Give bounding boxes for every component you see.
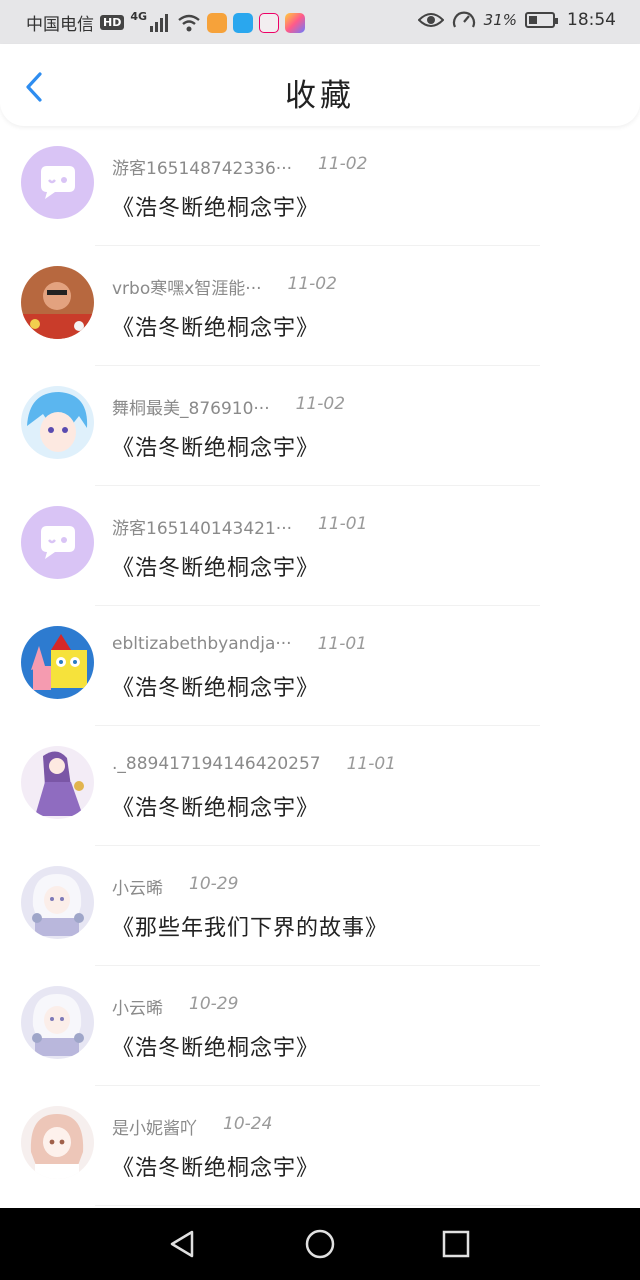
favorite-title: 《浩冬断绝桐念宇》 [112,796,320,821]
home-circle-icon [305,1229,335,1259]
carrier-label: 中国电信 [26,15,94,35]
page-title: 收藏 [285,78,355,114]
back-triangle-icon [170,1230,194,1258]
row-meta: 小云晞 10-29 [112,874,238,899]
speedometer-icon [452,11,475,28]
favorite-row[interactable]: ebltizabethbyandja··· 11-01 《浩冬断绝桐念宇》 [0,606,640,726]
battery-icon [525,12,558,28]
favorite-row[interactable]: 游客165148742336··· 11-02 《浩冬断绝桐念宇》 [0,126,640,246]
status-bar: 中国电信 HD 4G 31% 18:54 [0,0,640,44]
favorite-title: 《浩冬断绝桐念宇》 [112,676,320,701]
row-meta: ._889417194146420257 11-01 [112,754,396,774]
username: ._889417194146420257 [112,754,321,774]
favorite-row[interactable]: ._889417194146420257 11-01 《浩冬断绝桐念宇》 [0,726,640,846]
timestamp: 11-01 [317,634,367,654]
row-meta: vrbo寒嘿x智涯能··· 11-02 [112,274,337,299]
recents-square-icon [442,1230,470,1258]
username: 小云晞 [112,999,163,1019]
video-app-icon [207,12,228,33]
favorite-row[interactable]: 小云晞 10-29 《浩冬断绝桐念宇》 [0,966,640,1086]
avatar[interactable] [21,1106,94,1179]
timestamp: 11-02 [318,154,368,174]
row-meta: 是小妮酱吖 10-24 [112,1114,272,1139]
battery-percent: 31% [483,11,517,29]
favorite-row[interactable]: vrbo寒嘿x智涯能··· 11-02 《浩冬断绝桐念宇》 [0,246,640,366]
avatar[interactable] [21,626,94,699]
row-meta: 小云晞 10-29 [112,994,238,1019]
timestamp: 11-01 [318,514,368,534]
navigation-bar [0,1208,640,1280]
avatar[interactable] [21,266,94,339]
row-meta: 游客165140143421··· 11-01 [112,514,367,539]
avatar[interactable] [21,146,94,219]
avatar[interactable] [21,506,94,579]
favorite-title: 《浩冬断绝桐念宇》 [112,436,320,461]
gift-app-icon [259,12,280,33]
timestamp: 11-02 [295,394,346,414]
avatar[interactable] [21,386,94,459]
favorite-row[interactable]: 舞桐最美_876910··· 11-02 《浩冬断绝桐念宇》 [0,366,640,486]
row-meta: 游客165148742336··· 11-02 [112,154,367,179]
username: 小云晞 [112,879,163,899]
favorite-title: 《浩冬断绝桐念宇》 [112,316,320,341]
favorite-title: 《浩冬断绝桐念宇》 [112,196,320,221]
timestamp: 11-01 [346,754,396,774]
timestamp: 10-29 [189,874,239,894]
title-bar: 收藏 [0,44,640,126]
timestamp: 10-29 [189,994,239,1014]
favorite-row[interactable]: 是小妮酱吖 10-24 《浩冬断绝桐念宇》 [0,1086,640,1206]
search-app-icon [233,12,254,33]
timestamp: 11-02 [287,274,337,294]
wifi-icon [178,14,200,31]
nav-back-button[interactable] [166,1228,198,1260]
favorite-title: 《浩冬断绝桐念宇》 [112,1036,320,1061]
username: ebltizabethbyandja··· [112,634,292,654]
favorite-row[interactable]: 小云晞 10-29 《那些年我们下界的故事》 [0,846,640,966]
signal-icon [150,13,169,32]
timestamp: 10-24 [223,1114,273,1134]
row-meta: ebltizabethbyandja··· 11-01 [112,634,367,654]
favorite-row[interactable]: 游客165140143421··· 11-01 《浩冬断绝桐念宇》 [0,486,640,606]
clock: 18:54 [567,10,616,30]
favorite-title: 《浩冬断绝桐念宇》 [112,1156,320,1181]
network-label: 4G [130,10,148,23]
username: 游客165148742336··· [112,159,293,179]
hd-icon: HD [100,15,125,30]
eye-icon [417,13,444,27]
favorite-title: 《那些年我们下界的故事》 [112,916,389,941]
row-meta: 舞桐最美_876910··· 11-02 [112,394,345,419]
favorite-title: 《浩冬断绝桐念宇》 [112,556,320,581]
username: 是小妮酱吖 [112,1119,197,1139]
nav-home-button[interactable] [304,1228,336,1260]
username: vrbo寒嘿x智涯能··· [112,279,262,299]
username: 舞桐最美_876910··· [112,399,270,419]
avatar[interactable] [21,986,94,1059]
nav-recents-button[interactable] [440,1228,472,1260]
avatar[interactable] [21,866,94,939]
favorites-list: 游客165148742336··· 11-02 《浩冬断绝桐念宇》 vrbo寒嘿x智涯… [0,126,640,1206]
divider [95,1205,540,1206]
username: 游客165140143421··· [112,519,293,539]
store-app-icon [285,12,306,33]
avatar[interactable] [21,746,94,819]
